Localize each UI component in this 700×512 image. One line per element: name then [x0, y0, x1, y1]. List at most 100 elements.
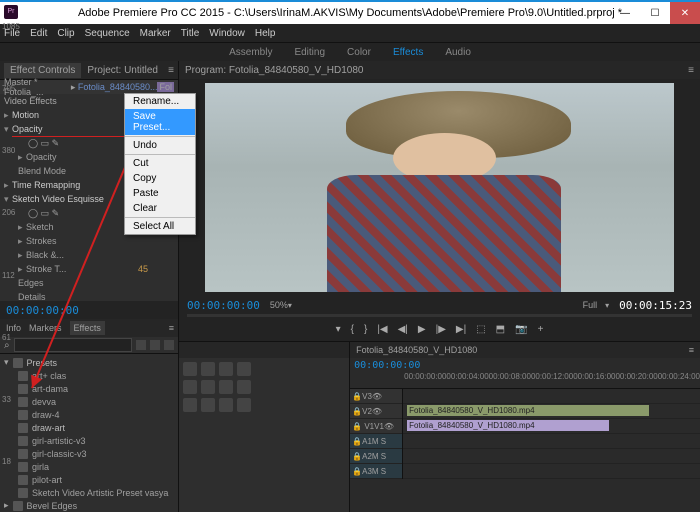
go-out-icon[interactable]: ▶| [456, 324, 466, 335]
hand-tool-icon[interactable] [201, 398, 215, 412]
time-ruler[interactable]: 00:00:00:0000:00:04:0000:00:08:0000:00:1… [350, 372, 700, 389]
video-preview[interactable] [205, 83, 674, 292]
ctx-paste[interactable]: Paste [125, 186, 195, 201]
fx-filter-icon[interactable] [164, 340, 174, 350]
sequence-tab[interactable]: Fotolia_84840580_V_HD1080 [356, 345, 477, 355]
ws-assembly[interactable]: Assembly [229, 47, 272, 58]
effctl-timecode[interactable]: 00:00:00:00 [0, 301, 178, 319]
extract-icon[interactable]: ⬒ [496, 324, 505, 335]
minimize-button[interactable]: — [610, 2, 640, 24]
play-icon[interactable]: ▶ [418, 324, 426, 335]
ctx-cut[interactable]: Cut [125, 156, 195, 171]
mask-ellipse-icon[interactable]: ◯ [28, 138, 38, 149]
panel-menu-icon[interactable]: ≡ [688, 65, 694, 76]
selection-tool-icon[interactable] [183, 362, 197, 376]
ws-color[interactable]: Color [347, 47, 371, 58]
panel-menu-icon[interactable]: ≡ [689, 345, 694, 355]
ctx-save-preset[interactable]: Save Preset... [125, 109, 195, 135]
fx-sketch-video[interactable]: Sketch Video Esquisse [12, 194, 104, 204]
menu-edit[interactable]: Edit [30, 28, 47, 39]
tab-effects[interactable]: Effects [70, 321, 105, 335]
go-in-icon[interactable]: |◀ [377, 324, 387, 335]
rolling-tool-icon[interactable] [237, 362, 251, 376]
track-a2[interactable]: 🔒 A2 M S [350, 449, 402, 464]
program-tc-left[interactable]: 00:00:00:00 [187, 299, 260, 312]
panel-menu-icon[interactable]: ≡ [168, 65, 174, 76]
param-strokes[interactable]: Strokes [26, 236, 57, 246]
step-fwd-icon[interactable]: |▶ [436, 324, 446, 335]
menu-help[interactable]: Help [255, 28, 276, 39]
param-black[interactable]: Black &... [26, 250, 64, 260]
rate-tool-icon[interactable] [183, 380, 197, 394]
fx-filter-icon[interactable] [150, 340, 160, 350]
preset-item[interactable]: girla [32, 462, 49, 472]
menu-clip[interactable]: Clip [57, 28, 74, 39]
fx-time-remapping[interactable]: Time Remapping [12, 180, 80, 190]
tab-markers[interactable]: Markers [29, 323, 62, 333]
preset-item[interactable]: girl-classic-v3 [32, 449, 87, 459]
preset-item[interactable]: Sketch Video Artistic Preset vasya [32, 488, 168, 498]
ctx-select-all[interactable]: Select All [125, 219, 195, 234]
fit-select[interactable]: Full [583, 300, 598, 310]
preset-item[interactable]: art-dama [32, 384, 68, 394]
razor-tool-icon[interactable] [201, 380, 215, 394]
track-v1[interactable]: 🔒 V1 V1 👁 [350, 419, 402, 434]
type-tool-icon[interactable] [237, 398, 251, 412]
track-a3[interactable]: 🔒 A3 M S [350, 464, 402, 479]
mark-out-icon[interactable]: } [364, 324, 367, 335]
mask-rect-icon[interactable]: ▭ [41, 208, 50, 219]
param-stroke-t[interactable]: Stroke T... [26, 264, 66, 274]
zoom-select[interactable]: 50% [270, 300, 288, 310]
fx-filter-icon[interactable] [136, 340, 146, 350]
tab-project[interactable]: Project: Untitled [81, 63, 164, 78]
preset-item[interactable]: girl-artistic-v3 [32, 436, 86, 446]
mask-pen-icon[interactable]: ✎ [52, 138, 60, 149]
mask-ellipse-icon[interactable]: ◯ [28, 208, 38, 219]
effects-search-input[interactable] [14, 338, 132, 352]
zoom-tool-icon[interactable] [219, 398, 233, 412]
track-select-tool-icon[interactable] [201, 362, 215, 376]
mark-in-icon[interactable]: { [351, 324, 354, 335]
maximize-button[interactable]: ☐ [640, 2, 670, 24]
presets-folder[interactable]: Presets [27, 358, 58, 368]
bevel-folder[interactable]: Bevel Edges [27, 501, 78, 511]
menu-window[interactable]: Window [209, 28, 245, 39]
mask-rect-icon[interactable]: ▭ [41, 138, 50, 149]
preset-item[interactable]: art+ clas [32, 371, 66, 381]
ws-audio[interactable]: Audio [445, 47, 471, 58]
stroke-t-value[interactable]: 45 [138, 264, 148, 274]
preset-item[interactable]: draw-art [32, 423, 65, 433]
mask-pen-icon[interactable]: ✎ [52, 208, 60, 219]
step-back-icon[interactable]: ◀| [398, 324, 408, 335]
clip-v2[interactable]: Fotolia_84840580_V_HD1080.mp4 [407, 405, 649, 416]
track-a1[interactable]: 🔒 A1 M S [350, 434, 402, 449]
clip-name[interactable]: Fotolia_84840580... [78, 82, 158, 92]
close-button[interactable]: ✕ [670, 2, 700, 24]
ws-editing[interactable]: Editing [294, 47, 325, 58]
slide-tool-icon[interactable] [237, 380, 251, 394]
lift-icon[interactable]: ⬚ [476, 324, 485, 335]
ctx-copy[interactable]: Copy [125, 171, 195, 186]
settings-icon[interactable]: + [538, 324, 544, 335]
preset-item[interactable]: devva [32, 397, 56, 407]
menu-sequence[interactable]: Sequence [85, 28, 130, 39]
pen-tool-icon[interactable] [183, 398, 197, 412]
param-sketch[interactable]: Sketch [26, 222, 54, 232]
track-v2[interactable]: 🔒 V2 👁 [350, 404, 402, 419]
timeline-tc[interactable]: 00:00:00:00 [354, 360, 420, 371]
ctx-clear[interactable]: Clear [125, 201, 195, 216]
ws-effects[interactable]: Effects [393, 47, 423, 58]
opacity-param[interactable]: Opacity [26, 152, 57, 162]
add-marker-icon[interactable]: ▾ [336, 324, 341, 335]
track-v3[interactable]: 🔒 V3 👁 [350, 389, 402, 404]
clip-v1[interactable]: Fotolia_84840580_V_HD1080.mp4 [407, 420, 609, 431]
param-details[interactable]: Details [18, 292, 46, 301]
preset-item[interactable]: pilot-art [32, 475, 62, 485]
ripple-tool-icon[interactable] [219, 362, 233, 376]
panel-menu-icon[interactable]: ≡ [169, 323, 174, 333]
preset-item[interactable]: draw-4 [32, 410, 60, 420]
menu-marker[interactable]: Marker [140, 28, 171, 39]
menu-title[interactable]: Title [181, 28, 200, 39]
ctx-undo[interactable]: Undo [125, 138, 195, 153]
export-frame-icon[interactable]: 📷 [515, 324, 527, 335]
